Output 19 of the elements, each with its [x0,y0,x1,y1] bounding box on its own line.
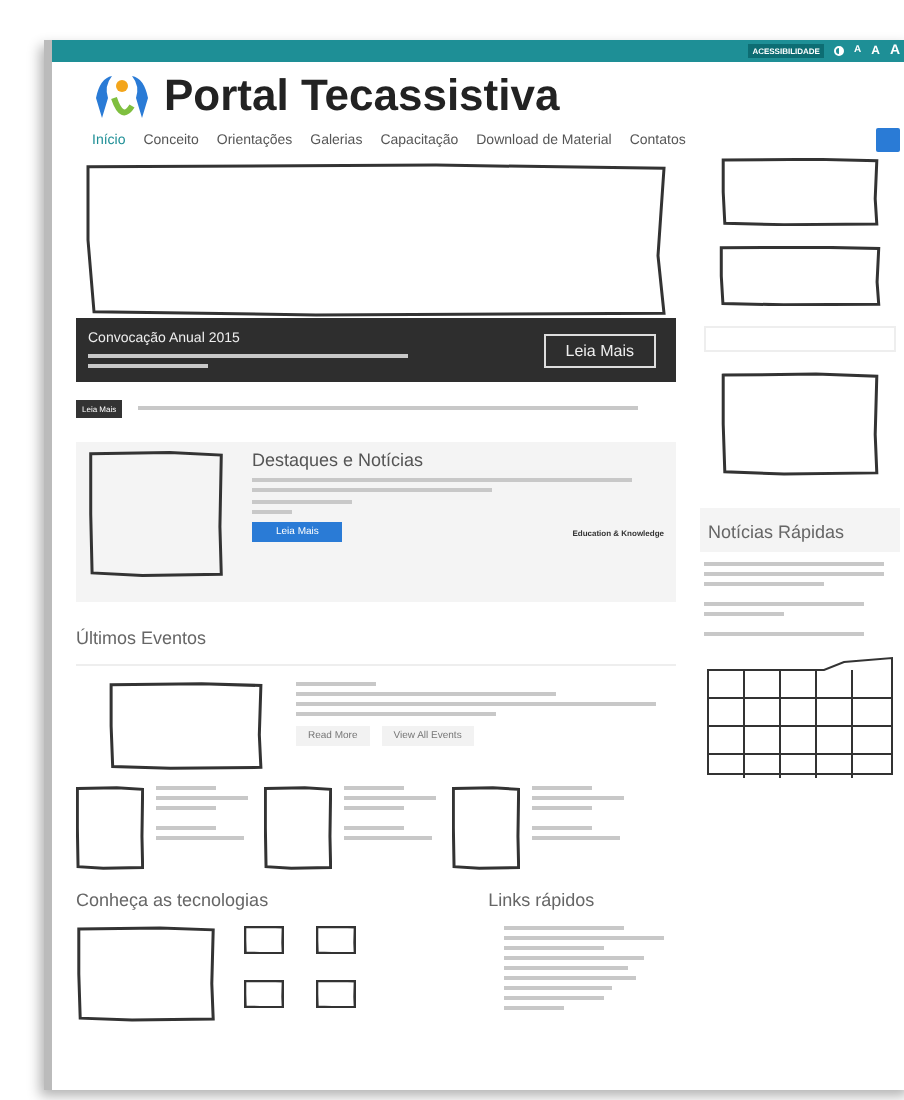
sketch-box-drawing [76,786,144,870]
site-title: Portal Tecassistiva [164,70,560,122]
sketch-box-drawing [452,786,520,870]
section-heading: Conheça as tecnologias [76,890,269,910]
sketch-box-drawing [316,980,356,1008]
sketch-box-drawing [244,926,284,954]
sketch-box-drawing [76,926,216,1022]
slide-button[interactable]: Leia Mais [543,333,656,367]
logo-icon [92,70,152,122]
section-heading: Links rápidos [488,890,595,910]
section-heading: Últimos Eventos [76,628,207,648]
sketch-box-drawing [264,786,332,870]
contrast-icon[interactable] [833,46,844,56]
section-heading: Notícias Rápidas [708,522,845,542]
sketch-box-drawing [88,450,224,578]
sketch-box-drawing [244,980,284,1008]
card-title: Destaques e Notícias [252,450,426,470]
search-button[interactable] [876,128,900,152]
sketch-box-drawing [316,926,356,954]
